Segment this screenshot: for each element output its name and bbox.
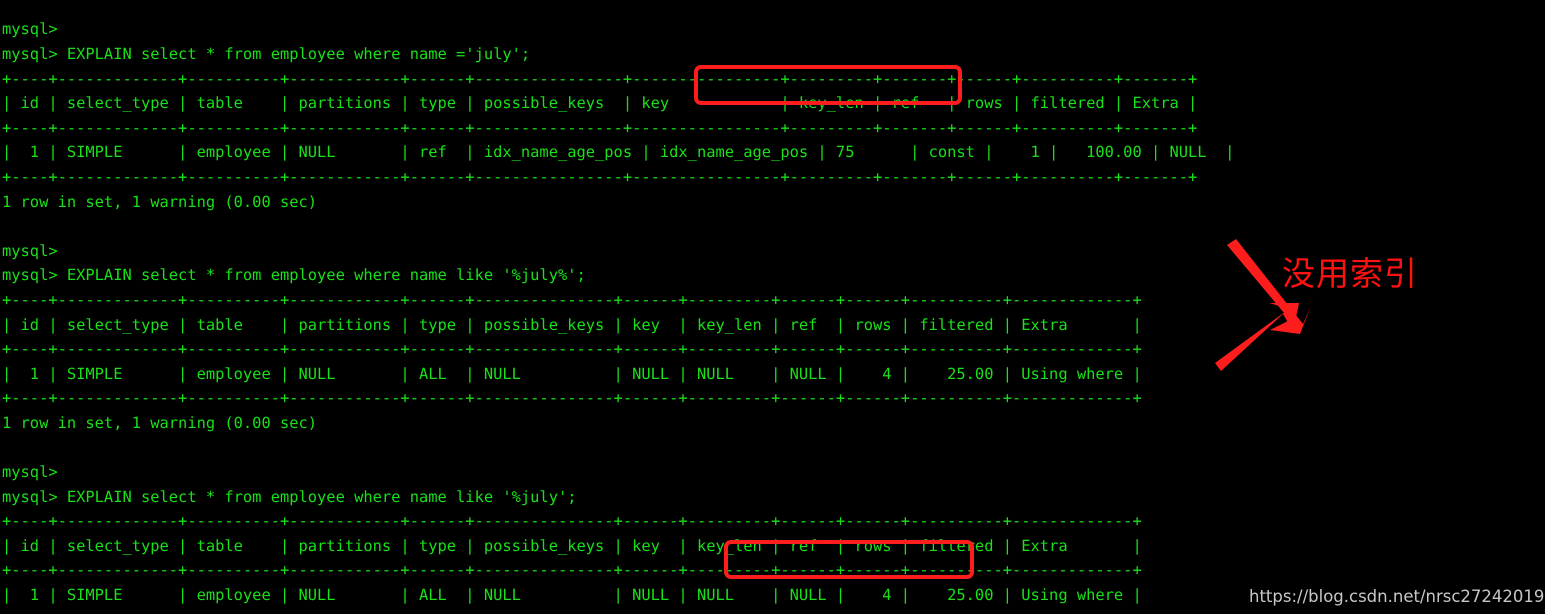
terminal-line: +----+-------------+----------+---------… bbox=[2, 167, 1198, 186]
terminal-line: | 1 | SIMPLE | employee | NULL | ALL | N… bbox=[2, 364, 1142, 383]
terminal-line: +----+-------------+----------+---------… bbox=[2, 608, 1545, 614]
terminal-line: +----+-------------+----------+---------… bbox=[2, 512, 1142, 531]
terminal-line: +----+-------------+----------+---------… bbox=[2, 69, 1198, 88]
terminal-line: 1 row in set, 1 warning (0.00 sec) bbox=[2, 192, 318, 211]
terminal-line: 1 row in set, 1 warning (0.00 sec) bbox=[2, 413, 318, 432]
terminal-line: | id | select_type | table | partitions … bbox=[2, 315, 1142, 334]
terminal-line: mysql> EXPLAIN select * from employee wh… bbox=[2, 44, 531, 63]
terminal-line: +----+-------------+----------+---------… bbox=[2, 340, 1142, 359]
terminal-line: +----+-------------+----------+---------… bbox=[2, 561, 1142, 580]
terminal-line: +----+-------------+----------+---------… bbox=[2, 389, 1142, 408]
terminal-line: | id | select_type | table | partitions … bbox=[2, 94, 1198, 113]
terminal-line: mysql> EXPLAIN select * from employee wh… bbox=[2, 487, 577, 506]
mysql-terminal-output[interactable]: mysql> mysql> EXPLAIN select * from emplo… bbox=[0, 15, 1545, 614]
terminal-line: mysql> bbox=[2, 20, 58, 39]
terminal-line: | 1 | SIMPLE | employee | NULL | ref | i… bbox=[2, 143, 1235, 162]
terminal-line: | id | select_type | table | partitions … bbox=[2, 536, 1142, 555]
terminal-line: +----+-------------+----------+---------… bbox=[2, 118, 1198, 137]
terminal-screenshot: mysql> mysql> EXPLAIN select * from emplo… bbox=[0, 0, 1545, 614]
annotation-note-no-index: 没用索引 bbox=[1282, 254, 1418, 293]
watermark-url: https://blog.csdn.net/nrsc272420199 bbox=[1249, 587, 1545, 606]
terminal-line: mysql> bbox=[2, 463, 58, 482]
